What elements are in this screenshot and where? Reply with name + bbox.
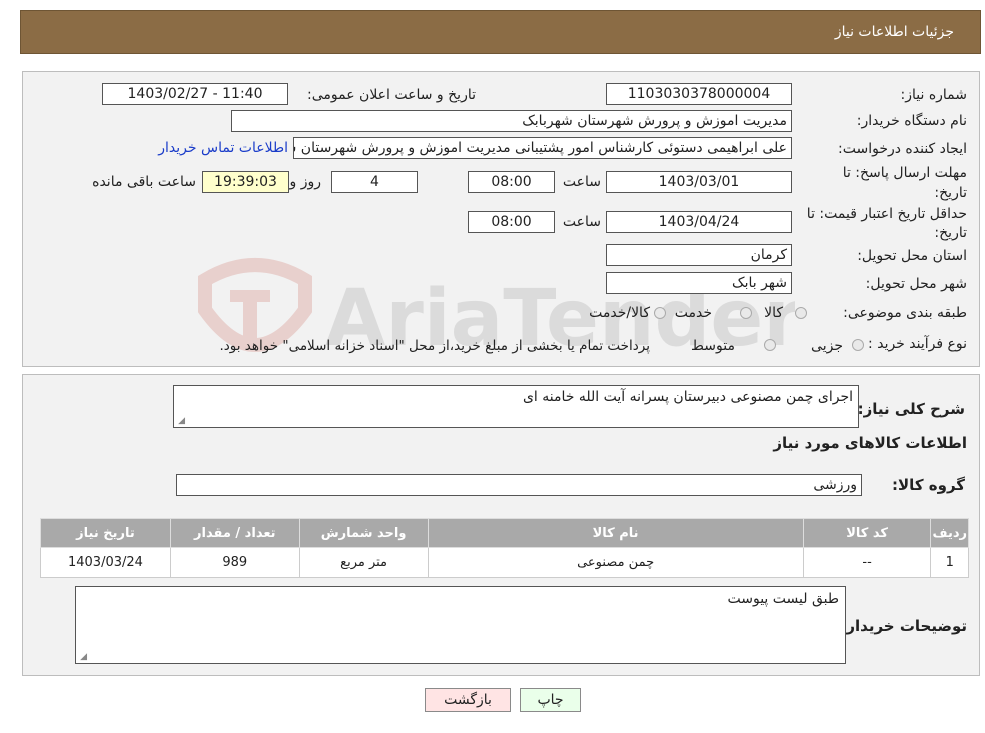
validity-time-field: 08:00 <box>468 211 555 233</box>
cell-item-name: چمن مصنوعی <box>427 547 804 578</box>
days-field: 4 <box>331 171 418 193</box>
deadline-hour-label: ساعت <box>562 174 601 190</box>
goods-table-header: ردیف کد کالا نام کالا واحد شمارش تعداد /… <box>40 518 969 548</box>
summary-label: شرح کلی نیاز: <box>857 400 965 418</box>
buyer-org-label: نام دستگاه خریدار: <box>856 113 967 129</box>
table-row: 1 -- چمن مصنوعی متر مربع 989 1403/03/24 <box>40 547 969 578</box>
col-need-date: تاریخ نیاز <box>40 518 171 548</box>
process-label: نوع فرآیند خرید : <box>868 336 967 352</box>
announce-label: تاریخ و ساعت اعلان عمومی: <box>307 87 476 103</box>
buyer-notes-label: توضیحات خریدار: <box>840 617 967 635</box>
cell-item-code: -- <box>802 547 932 578</box>
category-option-service: خدمت <box>674 305 712 321</box>
summary-text: اجرای چمن مصنوعی دبیرستان پسرانه آیت الل… <box>522 389 853 405</box>
col-quantity: تعداد / مقدار <box>169 518 300 548</box>
need-number-field: 1103030378000004 <box>606 83 792 105</box>
announce-field: 1403/02/27 - 11:40 <box>102 83 288 105</box>
col-item-name: نام کالا <box>427 518 804 548</box>
back-button[interactable]: بازگشت <box>425 688 511 712</box>
deadline-label: مهلت ارسال پاسخ: تا <box>842 165 967 181</box>
resize-handle-icon[interactable]: ◢ <box>176 417 185 426</box>
cell-need-date: 1403/03/24 <box>40 547 171 578</box>
buyer-org-field: مدیریت اموزش و پرورش شهرستان شهربابک <box>231 110 792 132</box>
process-option-medium: متوسط <box>691 338 735 354</box>
day-and-label: روز و <box>289 174 322 190</box>
buyer-notes-textarea[interactable]: طبق لیست پیوست ◢ <box>75 586 846 664</box>
buyer-contact-link[interactable]: اطلاعات تماس خریدار <box>158 140 288 156</box>
city-field: شهر بابک <box>606 272 792 294</box>
goods-group-label: گروه کالا: <box>892 476 965 494</box>
cell-quantity: 989 <box>169 547 300 578</box>
requester-label: ایجاد کننده درخواست: <box>838 141 967 157</box>
col-item-code: کد کالا <box>802 518 932 548</box>
category-option-goods-service: کالا/خدمت <box>589 305 650 321</box>
category-radio-goods-service[interactable] <box>654 307 666 319</box>
process-option-minor: جزیی <box>811 338 843 354</box>
requester-field: علی ابراهیمی دستوئی کارشناس امور پشتیبان… <box>293 137 792 159</box>
deadline-time-field: 08:00 <box>468 171 555 193</box>
col-row-number: ردیف <box>930 518 969 548</box>
process-radio-minor[interactable] <box>852 339 864 351</box>
cell-row-number: 1 <box>930 547 969 578</box>
category-radio-goods[interactable] <box>795 307 807 319</box>
page-header: جزئیات اطلاعات نیاز <box>20 10 981 54</box>
summary-textarea[interactable]: اجرای چمن مصنوعی دبیرستان پسرانه آیت الل… <box>173 385 859 428</box>
col-unit: واحد شمارش <box>298 518 429 548</box>
validity-label-date: تاریخ: <box>934 225 967 241</box>
buyer-notes-text: طبق لیست پیوست <box>727 591 839 607</box>
category-option-goods: کالا <box>764 305 783 321</box>
deadline-label-date: تاریخ: <box>934 185 967 201</box>
goods-table-wrapper: ردیف کد کالا نام کالا واحد شمارش تعداد /… <box>40 518 969 578</box>
category-label: طبقه بندی موضوعی: <box>843 305 967 321</box>
cell-unit: متر مربع <box>298 547 429 578</box>
city-label: شهر محل تحویل: <box>865 276 967 292</box>
validity-date-field: 1403/04/24 <box>606 211 792 233</box>
page-title: جزئیات اطلاعات نیاز <box>834 24 954 40</box>
category-radio-service[interactable] <box>740 307 752 319</box>
province-field: کرمان <box>606 244 792 266</box>
process-note: پرداخت تمام یا بخشی از مبلغ خرید،از محل … <box>219 338 650 354</box>
validity-hour-label: ساعت <box>562 214 601 230</box>
resize-handle-icon[interactable]: ◢ <box>78 653 87 662</box>
province-label: استان محل تحویل: <box>857 248 967 264</box>
goods-group-field: ورزشی <box>176 474 862 496</box>
deadline-date-field: 1403/03/01 <box>606 171 792 193</box>
need-number-label: شماره نیاز: <box>900 87 968 103</box>
process-radio-medium[interactable] <box>764 339 776 351</box>
validity-label: حداقل تاریخ اعتبار قیمت: تا <box>806 206 967 222</box>
goods-section-title: اطلاعات کالاهای مورد نیاز <box>773 434 967 452</box>
remaining-label: ساعت باقی مانده <box>92 174 196 190</box>
goods-table: ردیف کد کالا نام کالا واحد شمارش تعداد /… <box>40 518 969 578</box>
print-button[interactable]: چاپ <box>520 688 581 712</box>
remaining-time-field: 19:39:03 <box>202 171 289 193</box>
